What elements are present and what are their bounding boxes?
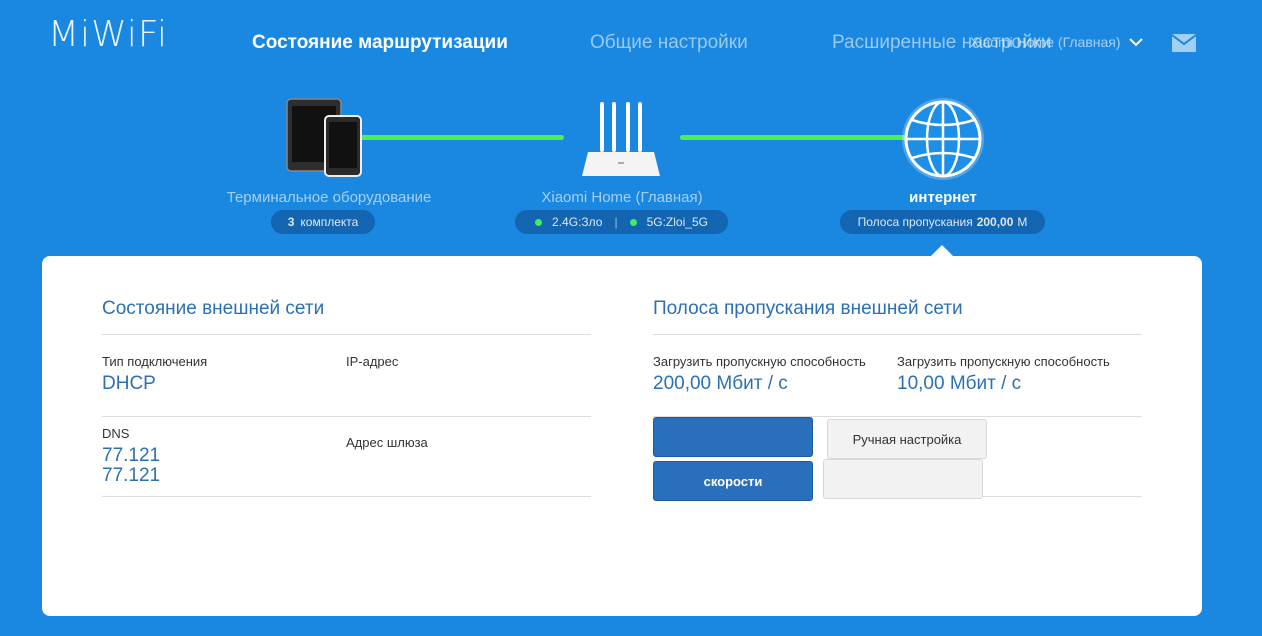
download-value: 200,00 Мбит / с bbox=[653, 373, 788, 394]
connection-type-label: Тип подключения bbox=[102, 354, 208, 369]
router-icon[interactable] bbox=[578, 100, 664, 178]
router-selector-label: Xiaomi Home (Главная) bbox=[970, 34, 1121, 50]
secondary-button[interactable] bbox=[823, 459, 983, 499]
bandwidth-value: 200,00 bbox=[976, 215, 1014, 229]
dns-value-1: 77.121 bbox=[102, 445, 161, 466]
router-internet-link bbox=[680, 135, 906, 140]
upload-label: Загрузить пропускную способность bbox=[897, 354, 1110, 369]
chevron-down-icon bbox=[1128, 38, 1143, 47]
bandwidth-title: Полоса пропускания внешней сети bbox=[653, 298, 963, 319]
dns-label: DNS bbox=[102, 426, 130, 441]
wifi-24-label: 2.4G:Зло bbox=[552, 215, 603, 229]
wifi-24-status-dot bbox=[535, 218, 543, 226]
wifi-5-status-dot bbox=[629, 218, 637, 226]
devices-label: Терминальное оборудование bbox=[226, 189, 432, 206]
dns-value-2: 77.121 bbox=[102, 465, 161, 486]
speed-test-button[interactable]: скорости bbox=[653, 461, 813, 501]
ip-address-label: IP-адрес bbox=[346, 354, 399, 369]
gateway-label: Адрес шлюза bbox=[346, 435, 428, 450]
download-label: Загрузить пропускную способность bbox=[653, 354, 866, 369]
devices-count-suffix: комплекта bbox=[300, 215, 359, 229]
divider bbox=[983, 496, 1142, 497]
divider bbox=[102, 416, 591, 417]
router-label: Xiaomi Home (Главная) bbox=[541, 189, 703, 206]
wifi-divider: | bbox=[614, 215, 618, 229]
globe-icon[interactable] bbox=[900, 96, 986, 182]
speed-action-button[interactable] bbox=[653, 417, 813, 457]
internet-label: интернет bbox=[909, 189, 977, 206]
bandwidth-unit: М bbox=[1017, 215, 1028, 229]
tab-routing-status[interactable]: Состояние маршрутизации bbox=[252, 32, 508, 54]
mail-icon[interactable] bbox=[1172, 34, 1196, 52]
router-selector[interactable]: Xiaomi Home (Главная) bbox=[970, 34, 1143, 50]
internet-details-card: Состояние внешней сети Тип подключения D… bbox=[42, 256, 1202, 616]
connection-type-value: DHCP bbox=[102, 373, 156, 394]
devices-count: 3 bbox=[287, 215, 295, 229]
tab-general-settings[interactable]: Общие настройки bbox=[590, 32, 748, 54]
devices-count-badge[interactable]: 3 комплекта bbox=[271, 210, 375, 234]
divider bbox=[102, 334, 591, 335]
upload-value: 10,00 Мбит / с bbox=[897, 373, 1022, 394]
wifi-status-badge[interactable]: 2.4G:Зло | 5G:Zloi_5G bbox=[515, 210, 728, 234]
wifi-5-label: 5G:Zloi_5G bbox=[646, 215, 708, 229]
bandwidth-prefix: Полоса пропускания bbox=[857, 215, 973, 229]
divider bbox=[653, 334, 1142, 335]
devices-icon[interactable] bbox=[286, 98, 362, 178]
bandwidth-badge[interactable]: Полоса пропускания 200,00 М bbox=[840, 210, 1045, 234]
devices-router-link bbox=[330, 135, 564, 140]
manual-settings-button[interactable]: Ручная настройка bbox=[827, 419, 987, 459]
divider bbox=[102, 496, 591, 497]
wan-status-title: Состояние внешней сети bbox=[102, 298, 325, 319]
miwifi-logo[interactable]: MiWiFi bbox=[48, 14, 168, 55]
